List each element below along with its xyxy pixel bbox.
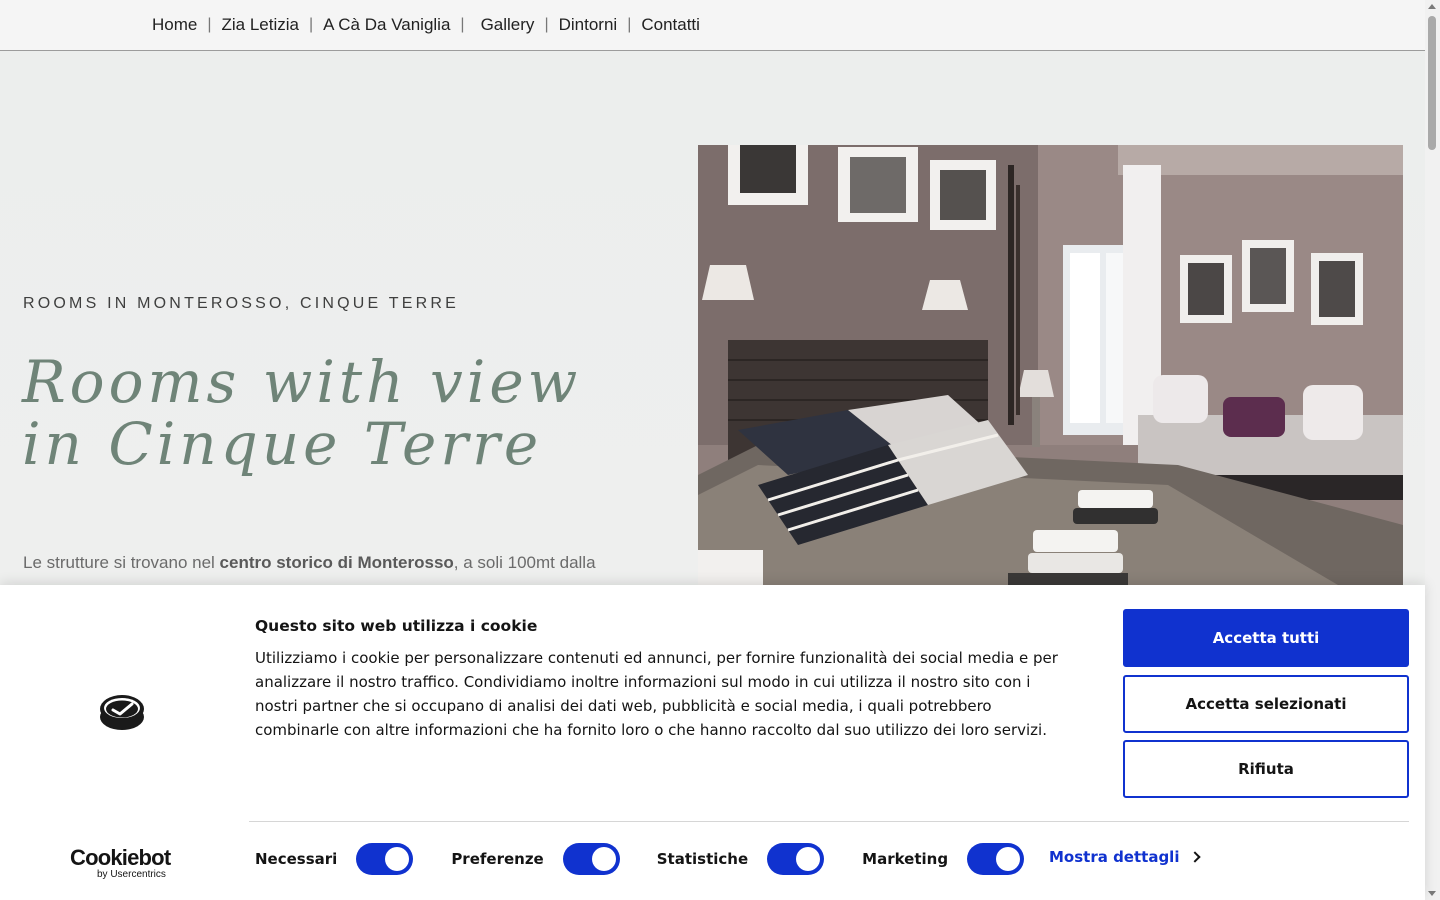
top-nav: Home | Zia Letizia | A Cà Da Vaniglia | … (0, 0, 1425, 51)
cookiebot-brand-name: Cookiebot (70, 845, 171, 870)
cookie-description: Utilizziamo i cookie per personalizzare … (255, 649, 1058, 739)
switch-knob (385, 847, 410, 871)
hero-headline-line1: Rooms with view (22, 348, 582, 416)
hero-text-bold: centro storico di Monterosso (219, 553, 454, 572)
toggle-marketing: Marketing (862, 843, 1025, 875)
accept-all-button[interactable]: Accetta tutti (1123, 609, 1409, 667)
hero-headline: Rooms with view in Cinque Terre (22, 351, 662, 475)
chevron-right-icon (1189, 851, 1202, 863)
cookie-divider (249, 821, 1409, 822)
nav-contatti[interactable]: Contatti (641, 15, 700, 35)
switch-knob (996, 847, 1021, 871)
scroll-up-arrow-icon[interactable] (1428, 4, 1436, 9)
cookie-banner: Questo sito web utilizza i cookie Utiliz… (0, 585, 1425, 900)
show-details-label: Mostra dettagli (1049, 848, 1180, 866)
hero-text-start: Le strutture si trovano nel (23, 553, 220, 572)
hero-section: ROOMS IN MONTEROSSO, CINQUE TERRE Rooms … (0, 51, 1425, 585)
hero-eyebrow: ROOMS IN MONTEROSSO, CINQUE TERRE (23, 295, 459, 312)
accept-selected-button[interactable]: Accetta selezionati (1123, 675, 1409, 733)
nav-separator: | (627, 16, 632, 33)
nav-gallery[interactable]: Gallery (481, 15, 535, 35)
scroll-thumb[interactable] (1428, 16, 1436, 150)
toggle-label: Preferenze (451, 850, 544, 868)
page-scrollbar[interactable] (1425, 0, 1440, 900)
nav-separator: | (309, 16, 314, 33)
nav-separator: | (207, 16, 212, 33)
hero-intro-text: Le strutture si trovano nel centro stori… (23, 551, 663, 575)
hero-headline-line2: in Cinque Terre (22, 410, 543, 478)
reject-button[interactable]: Rifiuta (1123, 740, 1409, 798)
cookie-title: Questo sito web utilizza i cookie (255, 617, 538, 635)
marketing-switch[interactable] (967, 843, 1025, 875)
nav-dintorni[interactable]: Dintorni (559, 15, 618, 35)
nav-separator: | (460, 16, 465, 33)
nav-zia-letizia[interactable]: Zia Letizia (222, 15, 299, 35)
necessari-switch[interactable] (356, 843, 414, 875)
statistiche-switch[interactable] (767, 843, 825, 875)
toggle-label: Statistiche (656, 850, 749, 868)
scroll-down-arrow-icon[interactable] (1428, 891, 1436, 896)
toggle-preferenze: Preferenze (451, 843, 620, 875)
toggle-statistiche: Statistiche (656, 843, 825, 875)
nav-a-ca-da-vaniglia[interactable]: A Cà Da Vaniglia (323, 15, 450, 35)
consent-toggles: Necessari Preferenze Statistiche Marketi… (255, 841, 1025, 877)
cookiebot-logo: Cookiebot by Usercentrics (70, 845, 180, 880)
toggle-label: Necessari (255, 850, 338, 868)
show-details-link[interactable]: Mostra dettagli (1049, 848, 1202, 866)
toggle-label: Marketing (862, 850, 949, 868)
switch-knob (796, 847, 821, 871)
bedroom-photo (698, 145, 1403, 585)
preferenze-switch[interactable] (562, 843, 620, 875)
hero-text-end: , a soli 100mt dalla (453, 553, 596, 572)
switch-knob (591, 847, 616, 871)
cookiebot-consent-icon (100, 695, 144, 730)
toggle-necessari: Necessari (255, 843, 414, 875)
nav-separator: | (544, 16, 549, 33)
nav-home[interactable]: Home (152, 15, 197, 35)
